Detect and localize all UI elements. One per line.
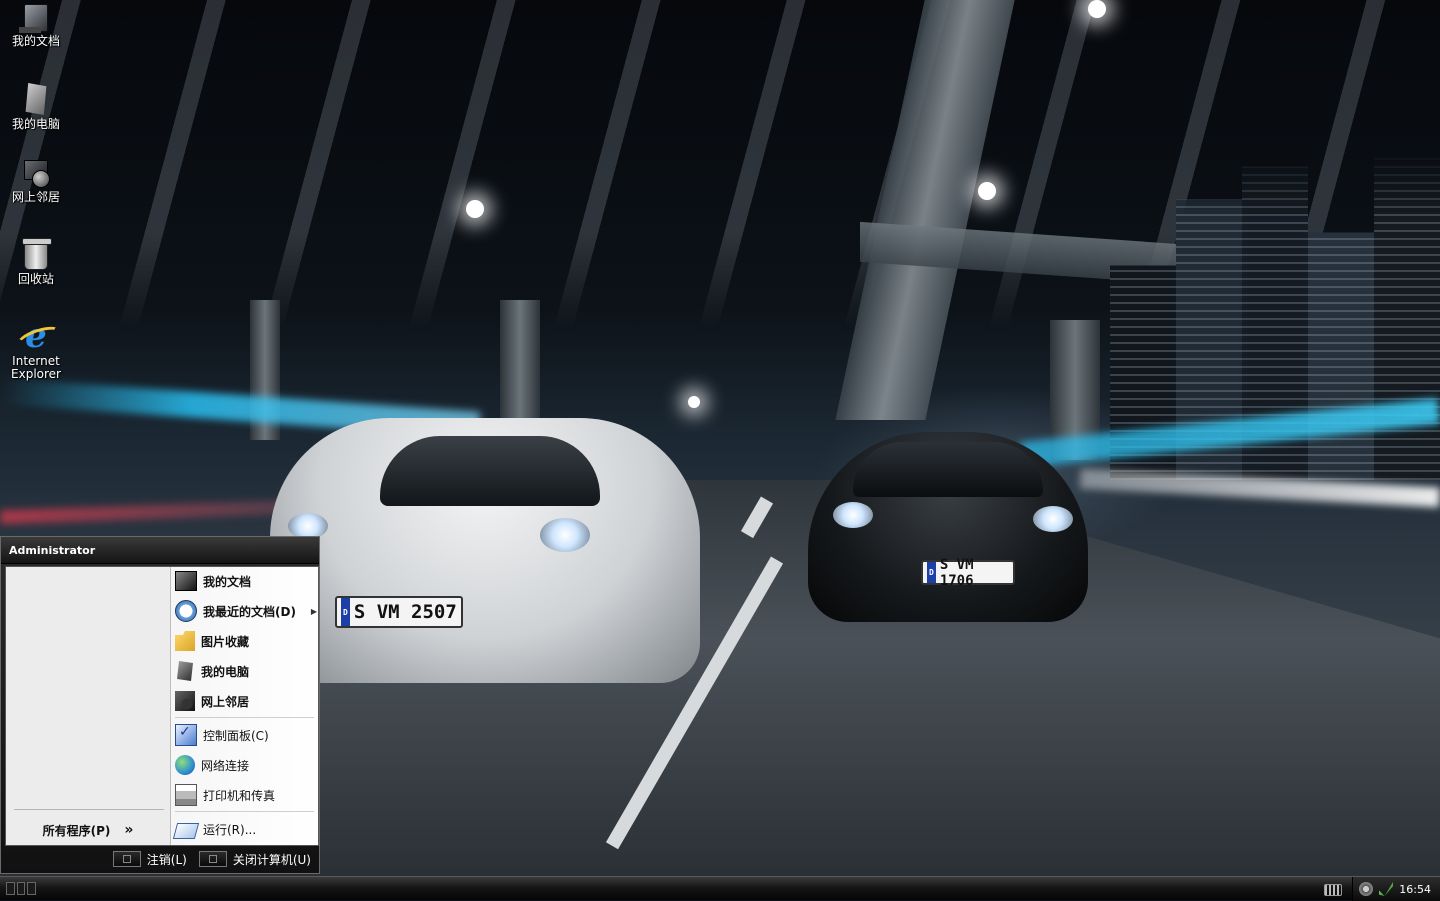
- control-panel-icon: [175, 724, 197, 746]
- menu-separator: [175, 717, 314, 718]
- desktop-icon-label: 我的电脑: [11, 117, 60, 131]
- desktop-icon-label: 回收站: [17, 272, 54, 286]
- desktop-icon-my-documents[interactable]: 我的文档: [0, 4, 72, 48]
- taskbar-clock[interactable]: 16:54: [1399, 883, 1431, 896]
- desktop-icon-label: Internet Explorer: [11, 354, 61, 381]
- plate-eu-strip: D: [341, 598, 350, 626]
- menu-item-label: 网络连接: [201, 758, 250, 773]
- start-menu-footer: 注销(L) 关闭计算机(U): [1, 845, 319, 873]
- menu-item-my-computer[interactable]: 我的电脑: [171, 658, 319, 684]
- wallpaper-street-lamp: [466, 200, 484, 218]
- recent-documents-icon: [175, 600, 197, 622]
- wallpaper-street-lamp: [1088, 0, 1106, 18]
- shutdown-button[interactable]: 关闭计算机(U): [198, 851, 311, 868]
- recycle-bin-icon: [22, 238, 52, 270]
- plate-text: S VM 2507: [353, 601, 457, 623]
- menu-separator: [175, 811, 314, 812]
- car-headlight: [1033, 506, 1073, 532]
- logoff-label: 注销(L): [146, 852, 187, 867]
- plate-text: S VM 1706: [939, 556, 974, 589]
- menu-item-control-panel[interactable]: 控制面板(C): [171, 722, 319, 748]
- all-programs-button[interactable]: 所有程序(P) »: [6, 819, 170, 841]
- start-grip-icon: [6, 881, 15, 895]
- menu-item-my-pictures[interactable]: 图片收藏: [171, 628, 319, 654]
- wallpaper-black-car: D S VM 1706: [808, 432, 1088, 622]
- power-icon: [198, 851, 227, 867]
- system-tray: 16:54: [1352, 877, 1440, 901]
- network-status-icon[interactable]: [1379, 882, 1393, 896]
- my-documents-icon: [175, 571, 197, 591]
- car-headlight: [833, 502, 873, 528]
- menu-item-label: 控制面板(C): [203, 728, 269, 743]
- places-panel: 我的文档 我最近的文档(D) ▶ 图片收藏 我的电脑 网上邻居 ✓ 控制面板(C…: [171, 567, 318, 845]
- menu-item-label: 我最近的文档(D): [203, 604, 296, 619]
- internet-explorer-icon: e: [20, 319, 52, 353]
- menu-item-network-places[interactable]: 网上邻居: [171, 688, 319, 714]
- car-headlight: [540, 518, 590, 552]
- menu-separator: [14, 809, 164, 810]
- menu-item-my-documents[interactable]: 我的文档: [171, 568, 319, 594]
- menu-item-label: 打印机和传真: [203, 788, 276, 803]
- network-places-icon: [175, 691, 195, 711]
- license-plate: D S VM 2507: [335, 596, 463, 628]
- submenu-arrow-icon: ▶: [310, 606, 317, 616]
- car-windshield: [853, 442, 1043, 497]
- start-button[interactable]: [6, 881, 37, 895]
- menu-item-run[interactable]: 运行(R)...: [171, 816, 319, 842]
- run-icon: [172, 822, 200, 839]
- menu-item-label: 我的电脑: [201, 664, 250, 679]
- network-places-icon: [22, 160, 50, 188]
- logoff-icon: [112, 851, 141, 867]
- wallpaper-white-car: D S VM 2507: [270, 418, 700, 683]
- wallpaper-street-lamp: [688, 396, 700, 408]
- menu-item-recent-documents[interactable]: 我最近的文档(D) ▶: [171, 598, 319, 624]
- taskbar: 16:54: [0, 876, 1440, 901]
- desktop-icon-label: 我的文档: [11, 34, 60, 48]
- double-chevron-right-icon: »: [124, 822, 134, 838]
- start-menu-body: 所有程序(P) » 我的文档 我最近的文档(D) ▶ 图片收藏 我的电脑 网上邻…: [5, 566, 319, 846]
- my-computer-icon: [25, 83, 47, 115]
- pinned-programs-panel: 所有程序(P) »: [6, 567, 171, 845]
- my-documents-icon: [19, 4, 48, 33]
- desktop-icon-my-computer[interactable]: 我的电脑: [0, 83, 72, 131]
- start-grip-icon: [27, 881, 37, 895]
- wallpaper-street-lamp: [978, 182, 996, 200]
- printers-icon: [175, 784, 197, 806]
- volume-icon[interactable]: [1359, 882, 1373, 896]
- license-plate: D S VM 1706: [921, 557, 1015, 589]
- menu-item-label: 图片收藏: [201, 634, 250, 649]
- desktop-icon-network-places[interactable]: 网上邻居: [0, 160, 72, 204]
- shutdown-label: 关闭计算机(U): [232, 852, 311, 867]
- menu-item-label: 网上邻居: [201, 694, 250, 709]
- desktop-icon-recycle-bin[interactable]: 回收站: [0, 238, 72, 286]
- network-connections-icon: [175, 755, 195, 775]
- plate-eu-strip: D: [927, 562, 936, 583]
- menu-item-label: 我的文档: [203, 574, 252, 589]
- user-name: Administrator: [9, 543, 96, 557]
- my-computer-icon: [177, 661, 193, 681]
- logoff-button[interactable]: 注销(L): [112, 851, 187, 868]
- menu-item-printers-faxes[interactable]: 打印机和传真: [171, 782, 319, 808]
- network-globe: [32, 170, 50, 188]
- keyboard-language-icon[interactable]: [1324, 884, 1342, 896]
- all-programs-label: 所有程序(P): [42, 823, 111, 838]
- car-windshield: [380, 436, 600, 506]
- start-grip-icon: [16, 881, 26, 895]
- desktop-icon-internet-explorer[interactable]: e Internet Explorer: [0, 319, 72, 381]
- wallpaper-light-streak: [0, 499, 301, 525]
- start-menu: Administrator 所有程序(P) » 我的文档 我最近的文档(D) ▶…: [0, 536, 320, 874]
- menu-item-label: 运行(R)...: [203, 822, 257, 837]
- desktop-icon-label: 网上邻居: [11, 190, 60, 204]
- start-menu-header: Administrator: [1, 537, 319, 564]
- menu-item-network-connections[interactable]: 网络连接: [171, 752, 319, 778]
- my-pictures-icon: [175, 631, 195, 651]
